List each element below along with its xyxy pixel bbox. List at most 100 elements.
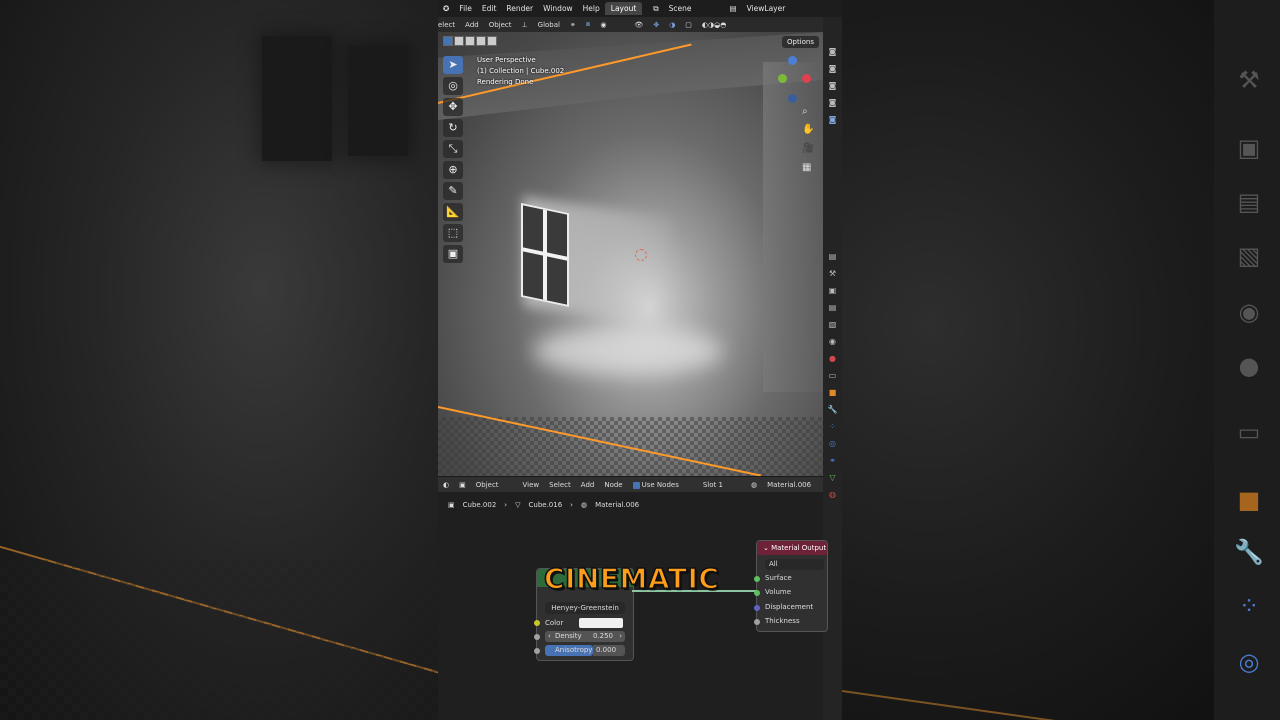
y-axis-icon[interactable] — [778, 74, 787, 83]
slot-select[interactable]: Slot 1 — [698, 481, 728, 489]
render-result-icon[interactable]: ◙ — [823, 94, 842, 111]
add-cube-tool-icon[interactable]: ⬚ — [443, 224, 463, 242]
snap-icon[interactable]: ⧈ — [581, 20, 595, 29]
measure-tool-icon[interactable]: 📐 — [443, 203, 463, 221]
material-icon[interactable]: ◍ — [746, 481, 762, 489]
rotate-tool-icon[interactable]: ↻ — [443, 119, 463, 137]
menu-file[interactable]: File — [454, 4, 477, 13]
menu-add[interactable]: Add — [576, 481, 600, 489]
render-result-icon[interactable]: ◙ — [823, 77, 842, 94]
collection-icon[interactable]: ▭ — [823, 367, 842, 384]
neg-z-axis-icon[interactable] — [788, 94, 797, 103]
transform-tool-icon[interactable]: ⊕ — [443, 161, 463, 179]
phase-dropdown[interactable]: Henyey-Greenstein — [545, 602, 625, 614]
workspace-tab-layout[interactable]: Layout — [604, 2, 643, 15]
menu-edit[interactable]: Edit — [477, 4, 502, 13]
select-tool-icon[interactable]: ➤ — [443, 56, 463, 74]
anisotropy-field[interactable]: Anisotropy — [545, 645, 593, 656]
physics-icon[interactable]: ◎ — [823, 435, 842, 452]
material-output-node[interactable]: ⌄ Material Output All Surface Volume Dis… — [754, 540, 828, 632]
color-swatch[interactable] — [579, 618, 623, 628]
breadcrumb-material[interactable]: Material.006 — [591, 501, 643, 509]
node-header[interactable]: ⌄ Material Output — [757, 541, 827, 555]
scene-icon[interactable]: ⧉ — [648, 4, 663, 14]
menu-view[interactable]: View — [518, 481, 545, 489]
camera-view-icon[interactable]: 🎥 — [802, 143, 814, 154]
displacement-socket[interactable] — [754, 605, 760, 611]
zoom-icon[interactable]: ⌕ — [802, 106, 808, 117]
render-status: Rendering Done — [477, 78, 534, 86]
object-type-select[interactable]: Object — [471, 481, 504, 489]
color-socket[interactable] — [534, 620, 540, 626]
target-dropdown[interactable]: All — [765, 559, 824, 570]
data-icon[interactable]: ▽ — [823, 469, 842, 486]
chevron-left-icon[interactable]: ‹ — [548, 631, 551, 642]
navigation-gizmo[interactable] — [768, 54, 818, 114]
options-button[interactable]: Options — [781, 36, 819, 48]
menu-object[interactable]: Object — [484, 21, 517, 29]
3d-cursor-icon[interactable] — [635, 249, 647, 261]
proportional-edit-icon[interactable]: ◉ — [595, 21, 611, 29]
gizmo-toggle-icon[interactable]: ✥ — [648, 21, 664, 29]
output-icon[interactable]: ▤ — [823, 299, 842, 316]
use-nodes-checkbox[interactable]: Use Nodes — [628, 481, 684, 489]
extra-tool-icon[interactable]: ▣ — [443, 245, 463, 263]
transform-orientation-icon[interactable]: ⊥ — [517, 21, 533, 29]
pan-hand-icon[interactable]: ✋ — [802, 124, 814, 135]
density-socket[interactable] — [534, 634, 540, 640]
view-layer-icon[interactable]: ▧ — [823, 316, 842, 333]
xray-icon[interactable]: ▢ — [680, 21, 697, 29]
particles-icon[interactable]: ⁘ — [823, 418, 842, 435]
z-axis-icon[interactable] — [788, 56, 797, 65]
density-field[interactable]: ‹ Density 0.250 › — [545, 631, 625, 642]
shading-modes-icon[interactable]: ◐◑◒◓ — [697, 21, 731, 29]
view-layer-name[interactable]: ViewLayer — [742, 4, 791, 13]
breadcrumb-mesh[interactable]: Cube.016 — [525, 501, 567, 509]
menu-select[interactable]: Select — [544, 481, 576, 489]
object-mode-icon[interactable]: ▣ — [454, 481, 471, 489]
scale-tool-icon[interactable]: ⤡ — [443, 140, 463, 158]
3d-viewport[interactable]: Options ➤ ◎ ✥ ↻ ⤡ ⊕ ✎ 📐 ⬚ ▣ User Perspec… — [438, 32, 823, 476]
render-result-icon[interactable]: ◙ — [823, 43, 842, 60]
annotate-tool-icon[interactable]: ✎ — [443, 182, 463, 200]
menu-node[interactable]: Node — [599, 481, 627, 489]
editor-type-icon[interactable]: ◐ — [438, 481, 454, 489]
modifier-icon[interactable]: 🔧 — [823, 401, 842, 418]
chevron-down-icon[interactable]: ⌄ — [763, 544, 769, 552]
view-layer-icon[interactable]: ▤ — [725, 4, 742, 13]
menu-render[interactable]: Render — [501, 4, 538, 13]
perspective-grid-icon[interactable]: ▦ — [802, 162, 811, 173]
chevron-right-icon[interactable]: › — [619, 631, 622, 642]
object-icon[interactable]: ■ — [823, 384, 842, 401]
overlay-toggle-icon[interactable]: ◑ — [664, 21, 680, 29]
render-icon[interactable]: ▣ — [823, 282, 842, 299]
x-axis-icon[interactable] — [802, 74, 811, 83]
menu-help[interactable]: Help — [578, 4, 605, 13]
move-tool-icon[interactable]: ✥ — [443, 98, 463, 116]
scene-name[interactable]: Scene — [664, 4, 697, 13]
editor-type-icon[interactable]: ▤ — [823, 248, 842, 265]
transform-orientation-select[interactable]: Global — [533, 21, 565, 29]
cursor-tool-icon[interactable]: ◎ — [443, 77, 463, 95]
thickness-socket[interactable] — [754, 619, 760, 625]
visibility-icon[interactable]: 👁 — [629, 21, 648, 29]
scene-icon[interactable]: ◉ — [823, 333, 842, 350]
world-icon[interactable]: ● — [823, 350, 842, 367]
breadcrumb-object[interactable]: Cube.002 — [459, 501, 501, 509]
anisotropy-socket[interactable] — [534, 648, 540, 654]
material-name[interactable]: Material.006 — [762, 481, 816, 489]
constraints-icon[interactable]: ⚭ — [823, 452, 842, 469]
volume-socket[interactable] — [754, 590, 760, 596]
menu-add[interactable]: Add — [460, 21, 484, 29]
tool-icon[interactable]: ⚒ — [823, 265, 842, 282]
menu-window[interactable]: Window — [538, 4, 578, 13]
pivot-icon[interactable]: ⚭ — [565, 21, 581, 29]
blender-logo-icon[interactable]: ✪ — [438, 4, 454, 13]
render-result-icon[interactable]: ◙ — [823, 111, 842, 128]
anisotropy-value-field[interactable]: 0.000 — [593, 645, 625, 656]
material-icon[interactable]: ◍ — [823, 486, 842, 503]
select-mode-buttons[interactable] — [443, 36, 497, 46]
surface-socket[interactable] — [754, 576, 760, 582]
menu-select[interactable]: elect — [438, 21, 460, 29]
render-result-icon[interactable]: ◙ — [823, 60, 842, 77]
